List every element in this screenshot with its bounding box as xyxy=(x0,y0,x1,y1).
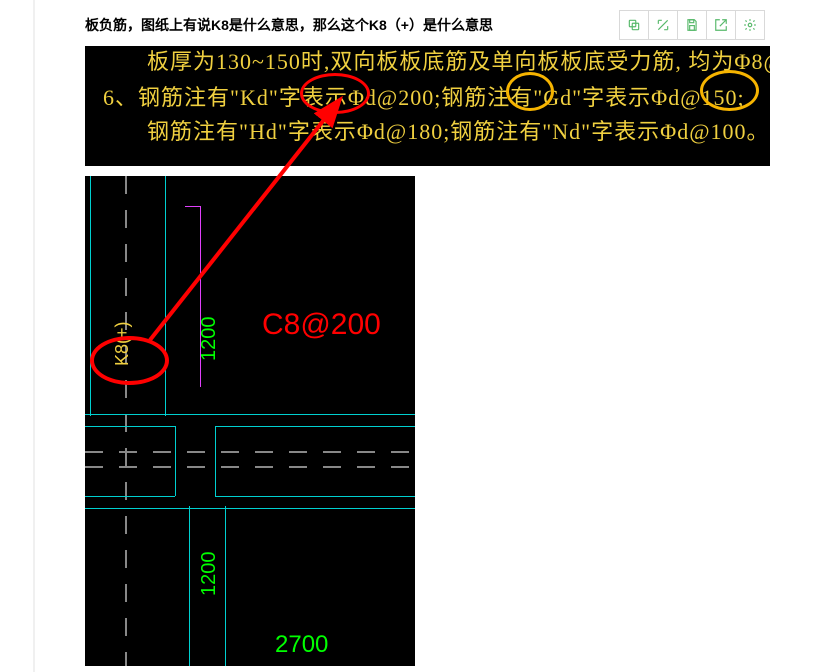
wall-line xyxy=(85,426,175,427)
share-icon xyxy=(714,18,728,32)
post-header: 板负筋，图纸上有说K8是什么意思，那么这个K8（+）是什么意思 xyxy=(85,10,775,40)
cad-text-line2: 6、钢筋注有"Kd"字表示Φd@200;钢筋注有"Gd"字表示Φd@150; xyxy=(103,80,745,112)
page-root: 板负筋，图纸上有说K8是什么意思，那么这个K8（+）是什么意思 板厚为130~1… xyxy=(0,0,819,672)
wall-line xyxy=(215,426,415,427)
save-button[interactable] xyxy=(678,10,707,40)
wall-line xyxy=(215,426,216,496)
wall-line xyxy=(225,506,226,666)
expand-icon xyxy=(656,18,670,32)
gear-icon xyxy=(743,18,757,32)
post-title: 板负筋，图纸上有说K8是什么意思，那么这个K8（+）是什么意思 xyxy=(85,15,493,35)
copy-icon xyxy=(627,18,641,32)
dimension-1200-lower: 1200 xyxy=(198,552,221,597)
highlight-circle-150 xyxy=(700,70,759,111)
grid-line-vertical xyxy=(125,176,127,666)
wall-line xyxy=(85,508,415,509)
cad-text-line3: 钢筋注有"Hd"字表示Φd@180;钢筋注有"Nd"字表示Φd@100。 xyxy=(147,114,770,146)
wall-line xyxy=(90,176,91,416)
grid-line-h1 xyxy=(85,451,415,453)
save-icon xyxy=(685,18,699,32)
wall-line xyxy=(215,496,415,497)
share-button[interactable] xyxy=(707,10,736,40)
dimension-1200-upper: 1200 xyxy=(198,317,221,362)
wall-line xyxy=(85,414,415,415)
cad-text-line1: 板厚为130~150时,双向板板底筋及单向板板底受力筋, 均为Φ8@150。 xyxy=(147,46,770,76)
annotation-c8-200: C8@200 xyxy=(262,308,381,342)
wall-line xyxy=(165,176,166,416)
thread-indent-line xyxy=(33,0,35,672)
highlight-circle-k8 xyxy=(90,336,169,385)
highlight-circle-200 xyxy=(300,73,370,114)
wall-line xyxy=(85,496,175,497)
highlight-circle-gd xyxy=(506,72,554,111)
wall-line xyxy=(189,506,190,666)
cad-note-panel: 板厚为130~150时,双向板板底筋及单向板板底受力筋, 均为Φ8@150。 6… xyxy=(85,46,770,166)
expand-button[interactable] xyxy=(649,10,678,40)
grid-line-h2 xyxy=(85,466,415,468)
copy-button[interactable] xyxy=(619,10,649,40)
settings-button[interactable] xyxy=(736,10,765,40)
wall-line xyxy=(175,426,176,496)
post-toolbar xyxy=(619,10,765,40)
dimension-2700: 2700 xyxy=(275,631,328,659)
cad-plan-panel: K8(+) 1200 1200 2700 xyxy=(85,176,415,666)
